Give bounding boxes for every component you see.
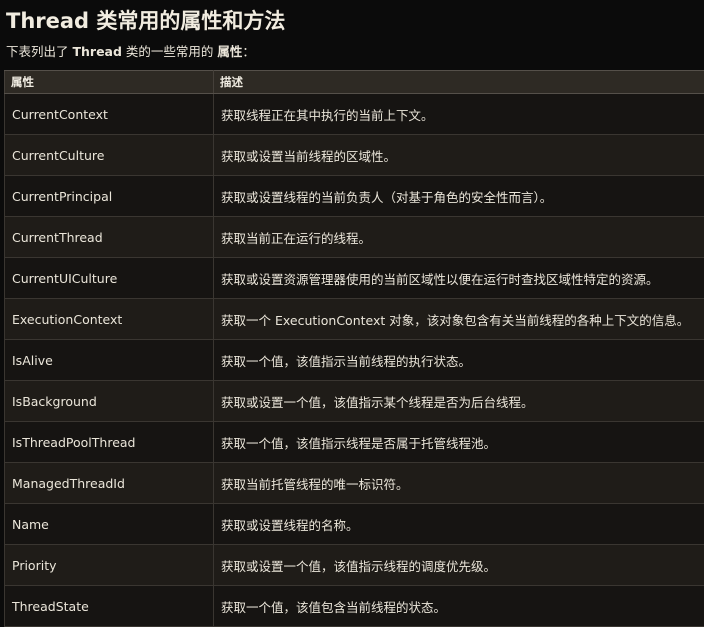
property-description-cell: 获取一个值，该值包含当前线程的状态。 (214, 586, 704, 627)
property-description-cell: 获取一个值，该值指示当前线程的执行状态。 (214, 340, 704, 381)
property-description-cell: 获取或设置资源管理器使用的当前区域性以便在运行时查找区域性特定的资源。 (214, 258, 704, 299)
property-name-cell: ThreadState (5, 586, 214, 627)
property-name-cell: IsAlive (5, 340, 214, 381)
property-name-cell: Priority (5, 545, 214, 586)
property-description-cell: 获取当前托管线程的唯一标识符。 (214, 463, 704, 504)
property-description-cell: 获取一个 ExecutionContext 对象，该对象包含有关当前线程的各种上… (214, 299, 704, 340)
table-row: ExecutionContext 获取一个 ExecutionContext 对… (5, 299, 704, 340)
table-row: CurrentThread 获取当前正在运行的线程。 (5, 217, 704, 258)
property-description-cell: 获取或设置线程的当前负责人（对基于角色的安全性而言）。 (214, 176, 704, 217)
intro-middle: 类的一些常用的 (122, 44, 217, 59)
property-description-cell: 获取或设置线程的名称。 (214, 504, 704, 545)
property-name-cell: CurrentThread (5, 217, 214, 258)
property-description-cell: 获取或设置一个值，该值指示线程的调度优先级。 (214, 545, 704, 586)
properties-table: 属性 描述 CurrentContext 获取线程正在其中执行的当前上下文。 C… (4, 70, 704, 627)
table-row: Priority 获取或设置一个值，该值指示线程的调度优先级。 (5, 545, 704, 586)
table-row: CurrentContext 获取线程正在其中执行的当前上下文。 (5, 94, 704, 135)
property-name-cell: Name (5, 504, 214, 545)
table-row: IsThreadPoolThread 获取一个值，该值指示线程是否属于托管线程池… (5, 422, 704, 463)
intro-suffix: ： (242, 44, 255, 59)
table-row: IsBackground 获取或设置一个值，该值指示某个线程是否为后台线程。 (5, 381, 704, 422)
table-row: Name 获取或设置线程的名称。 (5, 504, 704, 545)
property-name-cell: IsThreadPoolThread (5, 422, 214, 463)
intro-prefix: 下表列出了 (6, 44, 72, 59)
property-description-cell: 获取线程正在其中执行的当前上下文。 (214, 94, 704, 135)
property-description-cell: 获取或设置一个值，该值指示某个线程是否为后台线程。 (214, 381, 704, 422)
table-row: CurrentUICulture 获取或设置资源管理器使用的当前区域性以便在运行… (5, 258, 704, 299)
property-description-cell: 获取或设置当前线程的区域性。 (214, 135, 704, 176)
intro-bold-word: 属性 (217, 44, 242, 59)
intro-text: 下表列出了 Thread 类的一些常用的 属性： (6, 42, 255, 62)
property-name-cell: ExecutionContext (5, 299, 214, 340)
table-row: ThreadState 获取一个值，该值包含当前线程的状态。 (5, 586, 704, 627)
property-name-cell: IsBackground (5, 381, 214, 422)
table-row: CurrentCulture 获取或设置当前线程的区域性。 (5, 135, 704, 176)
intro-class-name: Thread (72, 44, 121, 59)
property-name-cell: CurrentCulture (5, 135, 214, 176)
property-name-cell: ManagedThreadId (5, 463, 214, 504)
table-row: CurrentPrincipal 获取或设置线程的当前负责人（对基于角色的安全性… (5, 176, 704, 217)
property-description-cell: 获取一个值，该值指示线程是否属于托管线程池。 (214, 422, 704, 463)
page-title: Thread 类常用的属性和方法 (6, 6, 285, 36)
property-description-cell: 获取当前正在运行的线程。 (214, 217, 704, 258)
page: Thread 类常用的属性和方法 下表列出了 Thread 类的一些常用的 属性… (0, 0, 704, 623)
column-header-description: 描述 (214, 71, 704, 94)
column-header-property: 属性 (5, 71, 214, 94)
table-row: IsAlive 获取一个值，该值指示当前线程的执行状态。 (5, 340, 704, 381)
property-name-cell: CurrentUICulture (5, 258, 214, 299)
table-header-row: 属性 描述 (5, 71, 704, 94)
property-name-cell: CurrentContext (5, 94, 214, 135)
table-row: ManagedThreadId 获取当前托管线程的唯一标识符。 (5, 463, 704, 504)
property-name-cell: CurrentPrincipal (5, 176, 214, 217)
